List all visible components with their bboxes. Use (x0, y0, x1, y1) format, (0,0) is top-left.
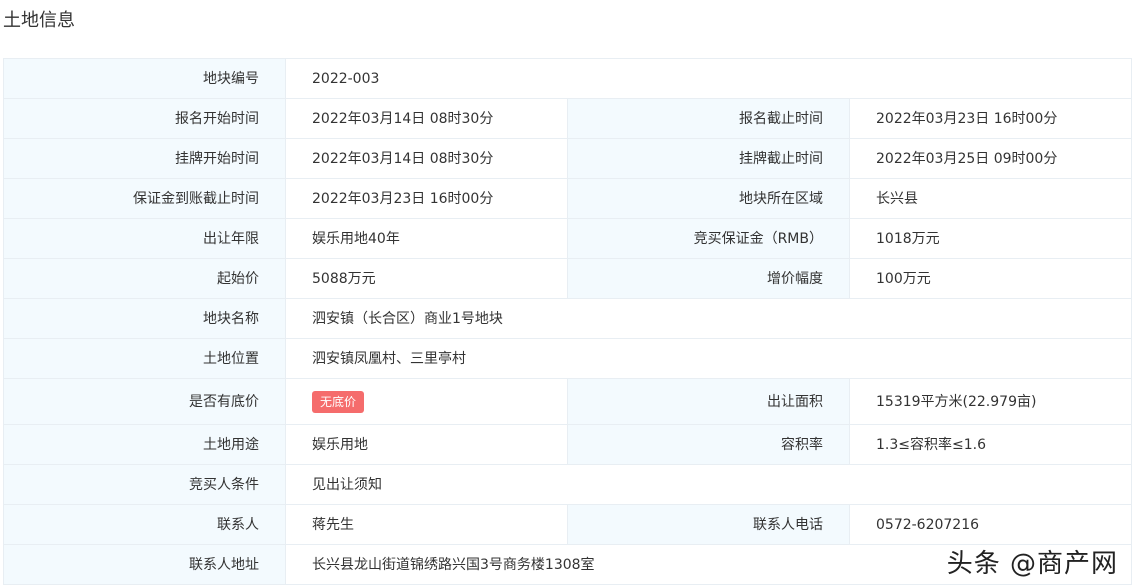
table-row: 报名开始时间 2022年03月14日 08时30分 报名截止时间 2022年03… (3, 98, 1132, 139)
field-value: 1018万元 (849, 218, 1132, 259)
field-label: 联系人 (3, 504, 286, 545)
section-title: 土地信息 (3, 10, 75, 31)
field-label: 竞买人条件 (3, 464, 286, 505)
field-label: 竞买保证金（RMB） (567, 218, 850, 259)
field-value: 长兴县 (849, 178, 1132, 219)
table-row: 土地用途 娱乐用地 容积率 1.3≤容积率≤1.6 (3, 424, 1132, 465)
field-label: 保证金到账截止时间 (3, 178, 286, 219)
field-value: 0572-6207216 (849, 504, 1132, 545)
field-label: 挂牌开始时间 (3, 138, 286, 179)
field-label: 报名截止时间 (567, 98, 850, 139)
field-label: 地块编号 (3, 58, 286, 99)
field-label: 报名开始时间 (3, 98, 286, 139)
table-row: 地块名称 泗安镇（长合区）商业1号地块 (3, 298, 1132, 339)
field-value: 2022年03月25日 09时00分 (849, 138, 1132, 179)
field-label: 出让面积 (567, 378, 850, 425)
field-label: 土地用途 (3, 424, 286, 465)
field-value: 100万元 (849, 258, 1132, 299)
field-value: 15319平方米(22.979亩) (849, 378, 1132, 425)
field-value: 2022年03月23日 16时00分 (849, 98, 1132, 139)
field-label: 联系人地址 (3, 544, 286, 585)
field-label: 是否有底价 (3, 378, 286, 425)
table-row: 竞买人条件 见出让须知 (3, 464, 1132, 505)
table-row: 起始价 5088万元 增价幅度 100万元 (3, 258, 1132, 299)
table-row: 保证金到账截止时间 2022年03月23日 16时00分 地块所在区域 长兴县 (3, 178, 1132, 219)
field-value: 泗安镇凤凰村、三里亭村 (285, 338, 1132, 379)
table-row: 地块编号 2022-003 (3, 58, 1132, 99)
field-value: 无底价 (285, 378, 568, 425)
field-label: 挂牌截止时间 (567, 138, 850, 179)
table-row: 挂牌开始时间 2022年03月14日 08时30分 挂牌截止时间 2022年03… (3, 138, 1132, 179)
watermark: 头条 @商产网 (946, 549, 1118, 579)
land-info-table: 地块编号 2022-003 报名开始时间 2022年03月14日 08时30分 … (3, 58, 1132, 585)
field-value: 1.3≤容积率≤1.6 (849, 424, 1132, 465)
field-label: 地块名称 (3, 298, 286, 339)
table-row: 土地位置 泗安镇凤凰村、三里亭村 (3, 338, 1132, 379)
field-value: 2022年03月23日 16时00分 (285, 178, 568, 219)
field-value: 娱乐用地 (285, 424, 568, 465)
field-label: 土地位置 (3, 338, 286, 379)
field-label: 联系人电话 (567, 504, 850, 545)
field-value: 蒋先生 (285, 504, 568, 545)
no-reserve-price-badge: 无底价 (312, 390, 365, 413)
field-label: 起始价 (3, 258, 286, 299)
field-value: 2022年03月14日 08时30分 (285, 98, 568, 139)
table-row: 联系人 蒋先生 联系人电话 0572-6207216 (3, 504, 1132, 545)
field-value: 2022年03月14日 08时30分 (285, 138, 568, 179)
field-label: 容积率 (567, 424, 850, 465)
field-value: 见出让须知 (285, 464, 1132, 505)
field-value: 泗安镇（长合区）商业1号地块 (285, 298, 1132, 339)
field-label: 增价幅度 (567, 258, 850, 299)
field-value: 5088万元 (285, 258, 568, 299)
table-row: 出让年限 娱乐用地40年 竞买保证金（RMB） 1018万元 (3, 218, 1132, 259)
field-value: 娱乐用地40年 (285, 218, 568, 259)
field-value: 2022-003 (285, 58, 1132, 99)
field-label: 地块所在区域 (567, 178, 850, 219)
table-row: 是否有底价 无底价 出让面积 15319平方米(22.979亩) (3, 378, 1132, 425)
field-label: 出让年限 (3, 218, 286, 259)
